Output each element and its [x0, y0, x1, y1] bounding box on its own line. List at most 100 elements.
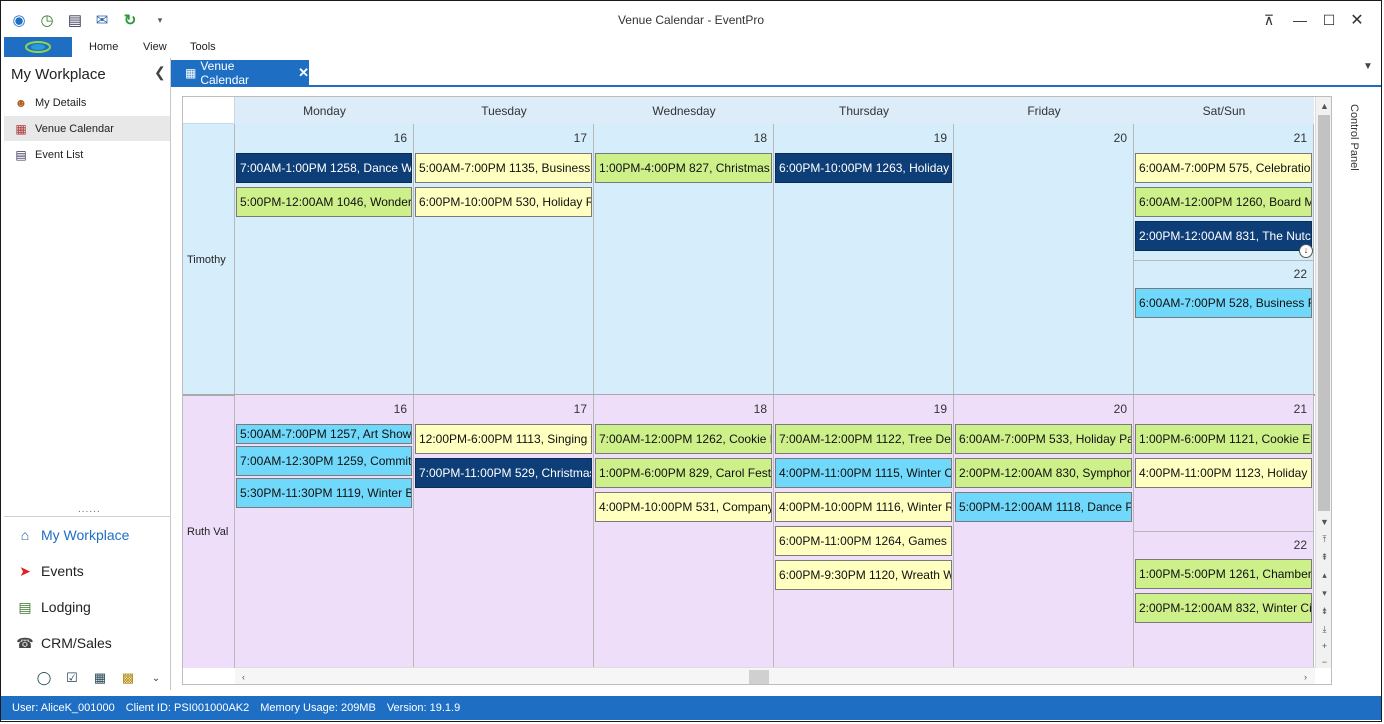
scroll-page-down-icon[interactable]: ⇟ [1316, 603, 1331, 620]
minimize-button[interactable]: — [1287, 7, 1313, 33]
menu-tools[interactable]: Tools [190, 41, 216, 53]
calendar-event[interactable]: 4:00PM-10:00PM 531, Company B [595, 492, 772, 522]
day-header: Sat/Sun [1134, 97, 1314, 125]
calendar-event[interactable]: 6:00AM-7:00PM 575, Celebration [1135, 153, 1312, 183]
nav-item-event-list[interactable]: ▤ Event List [4, 142, 170, 167]
calendar-event[interactable]: 5:00AM-7:00PM 1257, Art Show [236, 424, 412, 444]
scroll-bottom-icon[interactable]: ⤓ [1316, 621, 1331, 638]
calendar-event[interactable]: 5:00PM-12:00AM 1118, Dance Par [955, 492, 1132, 522]
horizontal-scroll-thumb[interactable] [749, 670, 769, 684]
calendar-event[interactable]: 1:00PM-4:00PM 827, Christmas C [595, 153, 772, 183]
more-events-icon[interactable]: ↓ [1299, 244, 1313, 258]
maximize-button[interactable]: ☐ [1316, 7, 1342, 33]
vertical-scrollbar[interactable]: ▲ ▼ ⤒ ⇞ ▴ ▾ ⇟ ⤓ + − [1315, 97, 1331, 670]
nav-splitter-grip[interactable]: ...... [78, 504, 101, 515]
calendar-event[interactable]: 7:00AM-1:00PM 1258, Dance Wor [236, 153, 412, 183]
close-button[interactable]: ✕ [1344, 7, 1370, 33]
pin-icon: ➤ [19, 562, 31, 579]
nav-item-label: Event List [35, 148, 84, 161]
calendar-event[interactable]: 1:00PM-6:00PM 829, Carol Festiva [595, 458, 772, 488]
nav-section-crm-sales[interactable]: ☎ CRM/Sales [4, 626, 170, 660]
day-number: 20 [1113, 131, 1127, 145]
scroll-top-icon[interactable]: ⤒ [1316, 531, 1331, 548]
day-number: 20 [1113, 402, 1127, 416]
nav-title: My Workplace [11, 66, 106, 83]
horizontal-scrollbar[interactable]: ‹ › [235, 667, 1315, 684]
nav-item-label: My Details [35, 96, 87, 109]
nav-item-label: Venue Calendar [35, 122, 114, 135]
vertical-scroll-thumb[interactable] [1318, 115, 1330, 511]
calendar-event[interactable]: 2:00PM-12:00AM 832, Winter Cirq [1135, 593, 1312, 623]
scroll-step-down-icon[interactable]: ▾ [1316, 585, 1331, 602]
app-swoosh-icon [25, 41, 51, 53]
chat-icon[interactable]: ◯ [34, 668, 54, 688]
more-sections-icon[interactable]: ⌄ [146, 668, 166, 688]
calendar-event[interactable]: 1:00PM-6:00PM 1121, Cookie Exc [1135, 424, 1312, 454]
nav-section-lodging[interactable]: ▤ Lodging [4, 590, 170, 624]
scroll-right-icon[interactable]: › [1297, 668, 1314, 684]
scroll-up-icon[interactable]: ▲ [1316, 97, 1331, 114]
application-menu-button[interactable] [4, 37, 72, 57]
calendar-event[interactable]: 4:00PM-11:00PM 1123, Holiday B [1135, 458, 1312, 488]
nav-divider [4, 516, 170, 517]
scroll-left-icon[interactable]: ‹ [235, 668, 252, 684]
calendar-event[interactable]: 2:00PM-12:00AM 830, Symphony [955, 458, 1132, 488]
tab-venue-calendar[interactable]: ▦ Venue Calendar ✕ [171, 58, 309, 87]
calendar-event[interactable]: 6:00PM-10:00PM 530, Holiday Re [415, 187, 592, 217]
zoom-in-icon[interactable]: + [1316, 637, 1331, 654]
clipboard-icon[interactable]: ▩ [118, 668, 138, 688]
day-header: Monday [235, 97, 414, 125]
day-cell[interactable] [954, 124, 1134, 395]
calendar-event[interactable]: 6:00PM-9:30PM 1120, Wreath Wo [775, 560, 952, 590]
header-corner [183, 97, 235, 124]
calendar-event[interactable]: 2:00PM-12:00AM 831, The Nutcra [1135, 221, 1312, 251]
day-header: Tuesday [414, 97, 594, 125]
calendar-event[interactable]: 5:00PM-12:00AM 1046, Wonderla [236, 187, 412, 217]
menu-home[interactable]: Home [89, 41, 118, 53]
status-memory: Memory Usage: 209MB [260, 702, 376, 714]
nav-item-my-details[interactable]: ☻ My Details [4, 90, 170, 115]
control-panel-tab[interactable]: Control Panel [1340, 104, 1360, 184]
calendar-event[interactable]: 5:30PM-11:30PM 1119, Winter Ba [236, 478, 412, 508]
menu-view[interactable]: View [143, 41, 167, 53]
ribbon-toggle-icon[interactable]: ⊼ [1256, 7, 1282, 33]
nav-section-events[interactable]: ➤ Events [4, 554, 170, 588]
navigation-pane: My Workplace ❮ ☻ My Details ▦ Venue Cale… [4, 58, 171, 690]
calendar-icon: ▦ [15, 121, 27, 136]
calendar-event[interactable]: 6:00AM-7:00PM 533, Holiday Part [955, 424, 1132, 454]
zoom-out-icon[interactable]: − [1316, 653, 1331, 670]
resource-name: Timothy [183, 124, 235, 395]
calendar-event[interactable]: 6:00AM-12:00PM 1260, Board Me [1135, 187, 1312, 217]
resource-name: Ruth Val [183, 395, 235, 668]
collapse-nav-icon[interactable]: ❮ [154, 64, 166, 81]
tasks-icon[interactable]: ☑ [62, 668, 82, 688]
calendar-event[interactable]: 7:00AM-12:30PM 1259, Committe [236, 446, 412, 476]
nav-section-label: Lodging [41, 599, 91, 615]
nav-section-my-workplace[interactable]: ⌂ My Workplace [4, 518, 170, 552]
day-number: 16 [393, 402, 407, 416]
scroll-step-up-icon[interactable]: ▴ [1316, 567, 1331, 584]
calendar-icon: ▦ [185, 65, 197, 80]
calendar-event[interactable]: 6:00PM-11:00PM 1264, Games Ni [775, 526, 952, 556]
nav-item-venue-calendar[interactable]: ▦ Venue Calendar [4, 116, 170, 141]
calendar-event[interactable]: 7:00AM-12:00PM 1262, Cookie Ex [595, 424, 772, 454]
tab-list-dropdown-icon[interactable]: ▼ [1363, 61, 1373, 72]
calendar-event[interactable]: 6:00PM-10:00PM 1263, Holiday St [775, 153, 952, 183]
calendar-event[interactable]: 4:00PM-11:00PM 1115, Winter Ch [775, 458, 952, 488]
calendar-event[interactable]: 6:00AM-7:00PM 528, Business Re [1135, 288, 1312, 318]
calculator-icon[interactable]: ▦ [90, 668, 110, 688]
tab-label: Venue Calendar [200, 58, 250, 87]
calendar-event[interactable]: 7:00AM-12:00PM 1122, Tree Deco [775, 424, 952, 454]
close-tab-icon[interactable]: ✕ [298, 65, 309, 81]
calendar-event[interactable]: 7:00PM-11:00PM 529, Christmas [415, 458, 592, 488]
venue-calendar-grid: Monday Tuesday Wednesday Thursday Friday Sat/… [182, 96, 1332, 685]
calendar-event[interactable]: 1:00PM-5:00PM 1261, Chamber M [1135, 559, 1312, 589]
calendar-event[interactable]: 12:00PM-6:00PM 1113, Singing w [415, 424, 592, 454]
person-icon: ☻ [14, 95, 28, 110]
calendar-event[interactable]: 5:00AM-7:00PM 1135, Business C [415, 153, 592, 183]
scroll-down-icon[interactable]: ▼ [1316, 513, 1331, 530]
status-client-id: Client ID: PSI001000AK2 [125, 702, 250, 714]
scroll-page-up-icon[interactable]: ⇞ [1316, 549, 1331, 566]
day-number: 17 [573, 402, 587, 416]
calendar-event[interactable]: 4:00PM-10:00PM 1116, Winter Re [775, 492, 952, 522]
